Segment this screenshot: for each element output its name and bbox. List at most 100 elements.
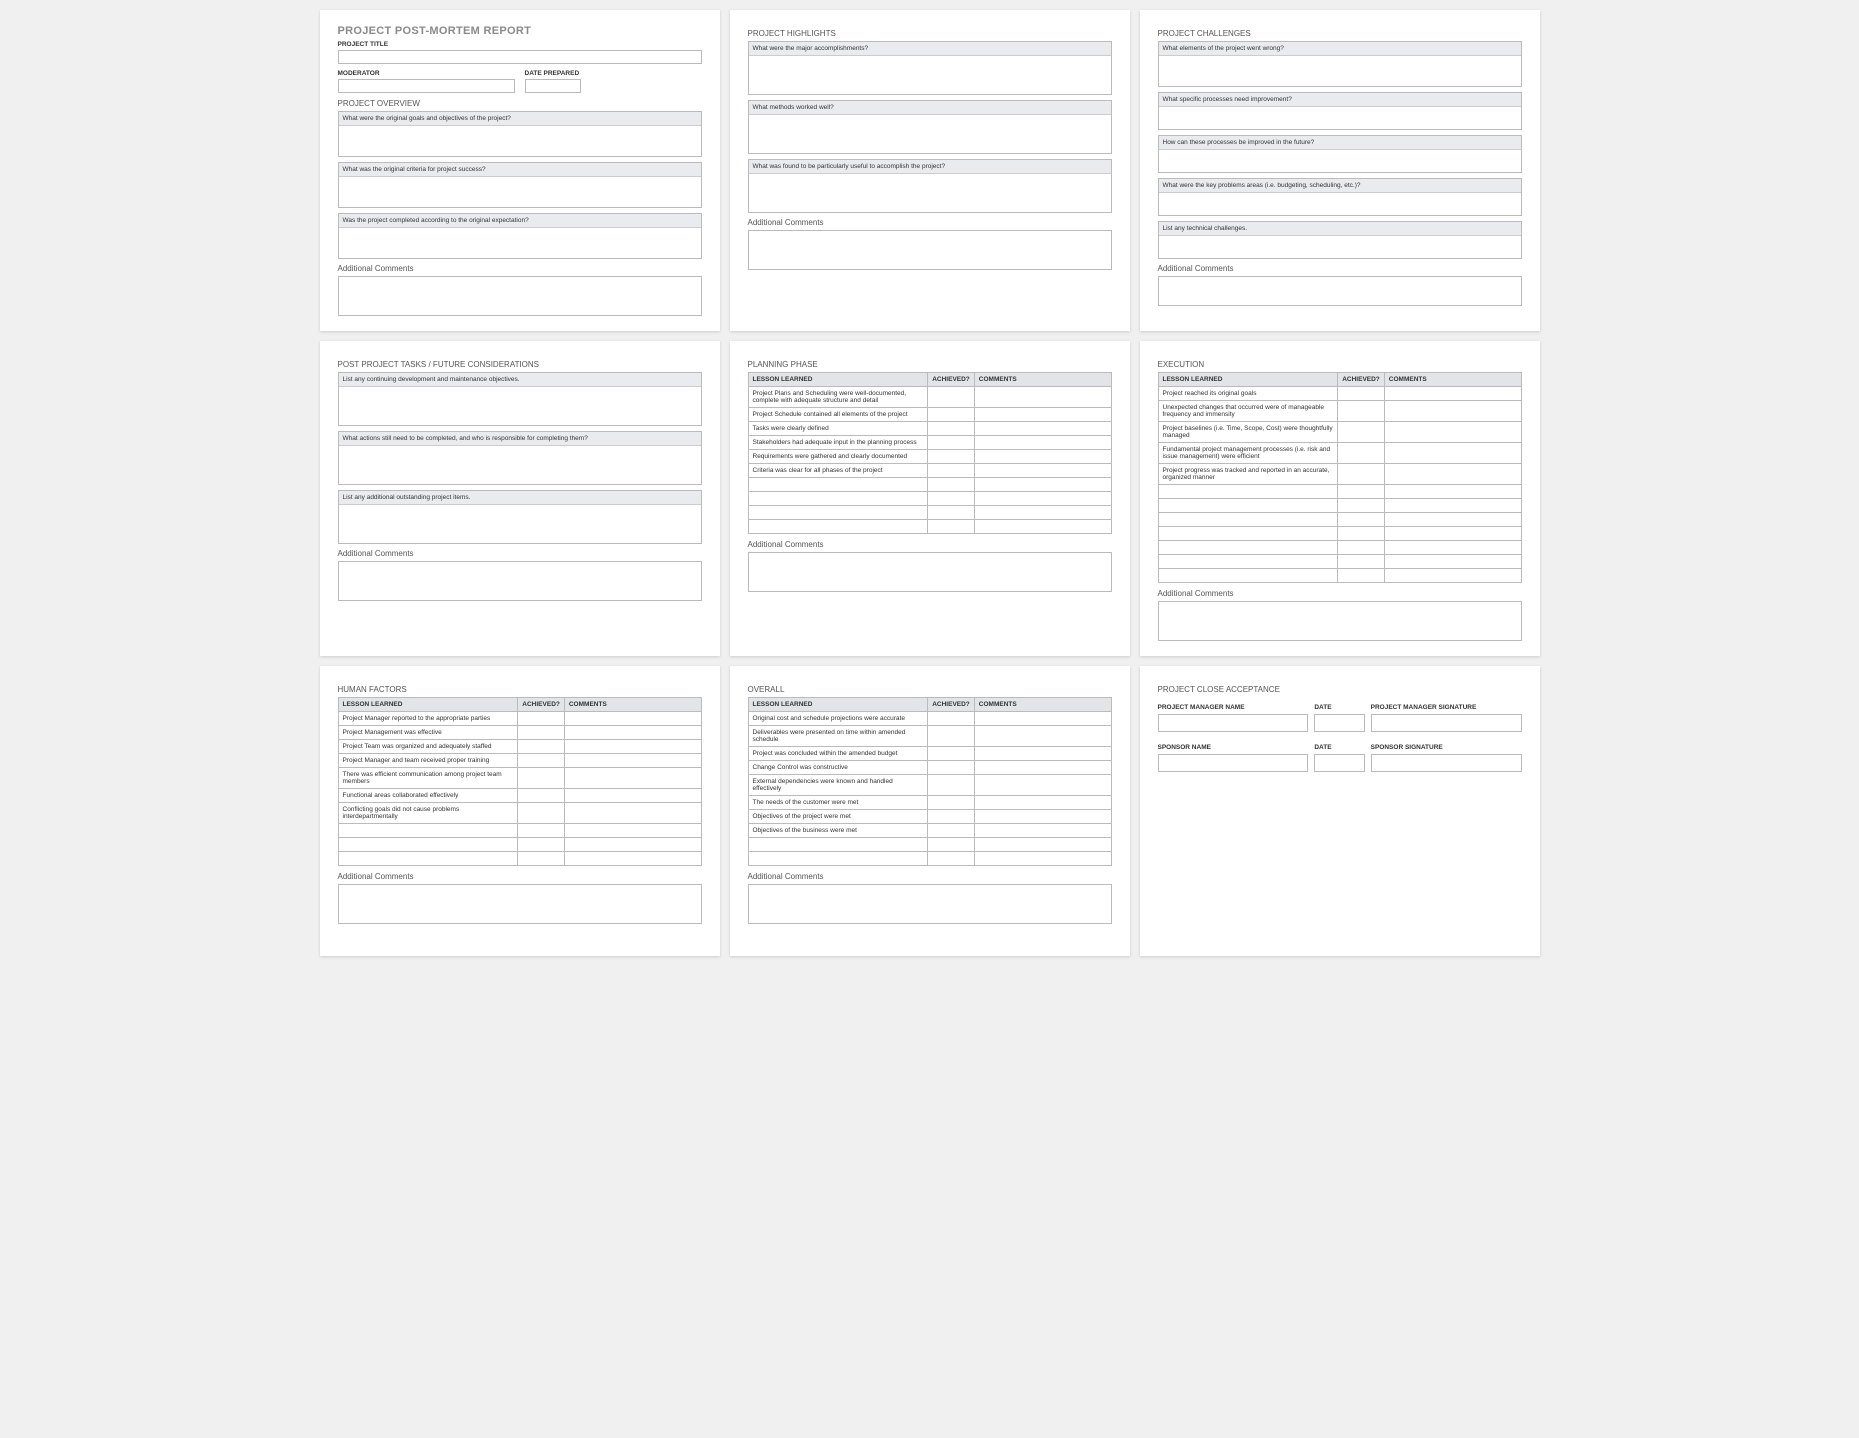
achieved-cell[interactable] xyxy=(518,768,565,789)
pm-name-input[interactable] xyxy=(1158,714,1309,732)
comments-cell[interactable] xyxy=(974,436,1111,450)
achieved-cell[interactable] xyxy=(518,789,565,803)
date-prepared-input[interactable] xyxy=(525,79,581,93)
achieved-cell[interactable] xyxy=(1338,555,1385,569)
achieved-cell[interactable] xyxy=(518,712,565,726)
achieved-cell[interactable] xyxy=(1338,401,1385,422)
comments-cell[interactable] xyxy=(974,478,1111,492)
achieved-cell[interactable] xyxy=(928,852,975,866)
comments-cell[interactable] xyxy=(974,422,1111,436)
achieved-cell[interactable] xyxy=(928,747,975,761)
comments-cell[interactable] xyxy=(564,740,701,754)
comments-cell[interactable] xyxy=(974,810,1111,824)
achieved-cell[interactable] xyxy=(1338,513,1385,527)
comments-cell[interactable] xyxy=(564,824,701,838)
overview-q3-body[interactable] xyxy=(339,228,701,258)
comments-cell[interactable] xyxy=(974,761,1111,775)
achieved-cell[interactable] xyxy=(518,803,565,824)
achieved-cell[interactable] xyxy=(1338,541,1385,555)
comments-cell[interactable] xyxy=(974,450,1111,464)
comments-cell[interactable] xyxy=(564,838,701,852)
achieved-cell[interactable] xyxy=(1338,443,1385,464)
achieved-cell[interactable] xyxy=(518,726,565,740)
sponsor-date-input[interactable] xyxy=(1314,754,1364,772)
comments-cell[interactable] xyxy=(974,852,1111,866)
comments-cell[interactable] xyxy=(974,387,1111,408)
comments-cell[interactable] xyxy=(974,408,1111,422)
comments-cell[interactable] xyxy=(1384,513,1521,527)
highlights-comments-box[interactable] xyxy=(748,230,1112,270)
comments-cell[interactable] xyxy=(564,803,701,824)
pm-sig-input[interactable] xyxy=(1371,714,1522,732)
comments-cell[interactable] xyxy=(564,754,701,768)
comments-cell[interactable] xyxy=(1384,422,1521,443)
achieved-cell[interactable] xyxy=(1338,464,1385,485)
human-comments-box[interactable] xyxy=(338,884,702,924)
comments-cell[interactable] xyxy=(974,747,1111,761)
comments-cell[interactable] xyxy=(1384,401,1521,422)
achieved-cell[interactable] xyxy=(928,712,975,726)
sponsor-name-input[interactable] xyxy=(1158,754,1309,772)
comments-cell[interactable] xyxy=(974,824,1111,838)
comments-cell[interactable] xyxy=(1384,569,1521,583)
overview-q1-body[interactable] xyxy=(339,126,701,156)
achieved-cell[interactable] xyxy=(518,852,565,866)
achieved-cell[interactable] xyxy=(928,478,975,492)
comments-cell[interactable] xyxy=(564,789,701,803)
achieved-cell[interactable] xyxy=(928,492,975,506)
achieved-cell[interactable] xyxy=(518,740,565,754)
overall-comments-box[interactable] xyxy=(748,884,1112,924)
achieved-cell[interactable] xyxy=(518,754,565,768)
challenges-comments-box[interactable] xyxy=(1158,276,1522,306)
comments-cell[interactable] xyxy=(1384,541,1521,555)
achieved-cell[interactable] xyxy=(1338,485,1385,499)
comments-cell[interactable] xyxy=(1384,527,1521,541)
pm-date-input[interactable] xyxy=(1314,714,1364,732)
achieved-cell[interactable] xyxy=(518,838,565,852)
comments-cell[interactable] xyxy=(1384,499,1521,513)
comments-cell[interactable] xyxy=(974,712,1111,726)
comments-cell[interactable] xyxy=(564,712,701,726)
achieved-cell[interactable] xyxy=(928,450,975,464)
achieved-cell[interactable] xyxy=(928,838,975,852)
comments-cell[interactable] xyxy=(1384,464,1521,485)
comments-cell[interactable] xyxy=(1384,443,1521,464)
project-title-input[interactable] xyxy=(338,50,702,64)
comments-cell[interactable] xyxy=(974,796,1111,810)
overview-comments-box[interactable] xyxy=(338,276,702,316)
achieved-cell[interactable] xyxy=(1338,499,1385,513)
sponsor-sig-input[interactable] xyxy=(1371,754,1522,772)
achieved-cell[interactable] xyxy=(928,824,975,838)
comments-cell[interactable] xyxy=(1384,387,1521,401)
comments-cell[interactable] xyxy=(974,506,1111,520)
achieved-cell[interactable] xyxy=(518,824,565,838)
achieved-cell[interactable] xyxy=(928,520,975,534)
overview-q2-body[interactable] xyxy=(339,177,701,207)
achieved-cell[interactable] xyxy=(928,408,975,422)
comments-cell[interactable] xyxy=(1384,555,1521,569)
comments-cell[interactable] xyxy=(974,520,1111,534)
moderator-input[interactable] xyxy=(338,79,515,93)
achieved-cell[interactable] xyxy=(1338,387,1385,401)
postproject-comments-box[interactable] xyxy=(338,561,702,601)
execution-comments-box[interactable] xyxy=(1158,601,1522,641)
comments-cell[interactable] xyxy=(974,464,1111,478)
achieved-cell[interactable] xyxy=(928,726,975,747)
comments-cell[interactable] xyxy=(564,726,701,740)
comments-cell[interactable] xyxy=(974,492,1111,506)
comments-cell[interactable] xyxy=(564,768,701,789)
planning-comments-box[interactable] xyxy=(748,552,1112,592)
achieved-cell[interactable] xyxy=(928,506,975,520)
achieved-cell[interactable] xyxy=(928,761,975,775)
achieved-cell[interactable] xyxy=(928,436,975,450)
achieved-cell[interactable] xyxy=(928,464,975,478)
achieved-cell[interactable] xyxy=(928,796,975,810)
achieved-cell[interactable] xyxy=(1338,527,1385,541)
comments-cell[interactable] xyxy=(974,775,1111,796)
achieved-cell[interactable] xyxy=(928,775,975,796)
comments-cell[interactable] xyxy=(974,838,1111,852)
achieved-cell[interactable] xyxy=(928,422,975,436)
achieved-cell[interactable] xyxy=(1338,569,1385,583)
comments-cell[interactable] xyxy=(974,726,1111,747)
achieved-cell[interactable] xyxy=(928,810,975,824)
